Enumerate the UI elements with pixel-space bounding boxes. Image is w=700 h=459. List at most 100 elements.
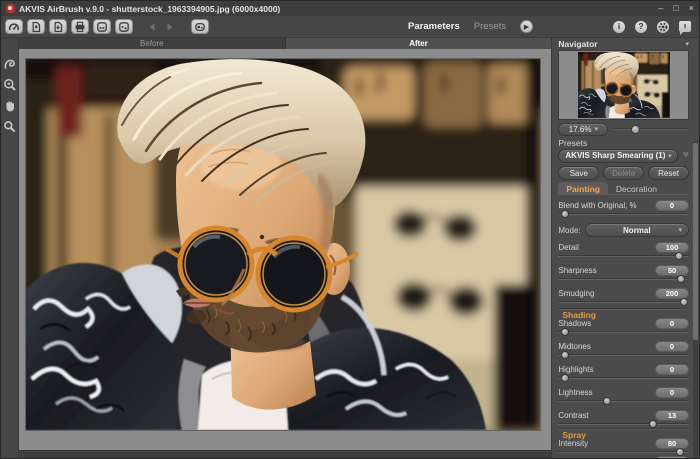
slider-handle[interactable] — [603, 397, 611, 405]
app-logo-icon — [6, 4, 15, 13]
mode-dropdown[interactable]: Normal ▾ — [585, 223, 689, 237]
panel-scrollbar[interactable] — [693, 141, 698, 459]
view-tabs: Before After — [19, 38, 551, 49]
param-label: Detail — [558, 243, 578, 252]
param-lightness-slider[interactable] — [558, 397, 689, 405]
share-icon[interactable] — [93, 19, 111, 34]
param-value[interactable] — [655, 456, 689, 459]
slider-track — [558, 354, 689, 356]
tab-presets[interactable]: Presets — [474, 21, 506, 32]
param-intensity-slider[interactable] — [558, 448, 689, 456]
tab-before[interactable]: Before — [19, 38, 286, 49]
title-bar: AKVIS AirBrush v.9.0 - shutterstock_1963… — [1, 1, 699, 16]
param-value[interactable]: 50 — [655, 265, 689, 276]
param-value[interactable]: 0 — [655, 318, 689, 329]
tab-after[interactable]: After — [286, 38, 552, 49]
param-contrast: Contrast 13 — [558, 410, 689, 420]
share-alt-icon[interactable] — [115, 19, 133, 34]
slider-handle[interactable] — [676, 448, 684, 456]
param-value[interactable]: 100 — [655, 242, 689, 253]
after-image — [26, 59, 540, 430]
slider-handle[interactable] — [561, 374, 569, 382]
open-file-icon[interactable] — [27, 19, 45, 34]
param-label: Lightness — [558, 388, 592, 397]
param-midtones-slider[interactable] — [558, 351, 689, 359]
hand-tool-icon[interactable] — [2, 98, 16, 112]
feedback-icon[interactable]: ! — [679, 21, 691, 32]
direction-tool-icon[interactable] — [2, 56, 16, 70]
scrollbar-thumb[interactable] — [693, 143, 698, 340]
undo-icon[interactable] — [145, 20, 159, 34]
slider-track — [558, 423, 689, 425]
delete-button[interactable]: Delete — [603, 166, 644, 180]
param-value[interactable]: 0 — [655, 387, 689, 398]
navigator-thumbnail[interactable] — [558, 50, 689, 120]
image-canvas[interactable] — [19, 49, 551, 450]
batch-processing-icon[interactable] — [191, 19, 209, 34]
app-window: AKVIS AirBrush v.9.0 - shutterstock_1963… — [0, 0, 700, 459]
param-smudging-slider[interactable] — [558, 298, 689, 306]
slider-handle[interactable] — [677, 275, 685, 283]
zoom-slider[interactable] — [614, 123, 689, 136]
mode-value: Normal — [623, 226, 651, 235]
param-detail-slider[interactable] — [558, 252, 689, 260]
slider-handle[interactable] — [561, 210, 569, 218]
param-value[interactable]: 0 — [655, 364, 689, 375]
slider-handle[interactable] — [649, 420, 657, 428]
param-contrast-slider[interactable] — [558, 420, 689, 428]
param-sharpness-slider[interactable] — [558, 275, 689, 283]
param-blend: Blend with Original, % 0 — [558, 200, 689, 210]
param-label: Smudging — [558, 289, 594, 298]
param-value[interactable]: 13 — [655, 410, 689, 421]
presets-label: Presets — [558, 138, 689, 148]
workspace-gauge-icon[interactable] — [5, 19, 23, 34]
save-file-icon[interactable] — [49, 19, 67, 34]
param-value[interactable]: 0 — [655, 200, 689, 211]
slider-track — [558, 255, 689, 257]
favorite-heart-icon[interactable]: ♥ — [682, 150, 689, 161]
zoom-slider-handle[interactable] — [631, 125, 640, 134]
redo-icon[interactable] — [163, 20, 177, 34]
tools-sidebar — [1, 38, 19, 459]
print-icon[interactable] — [71, 19, 89, 34]
slider-handle[interactable] — [561, 351, 569, 359]
preset-row: AKVIS Sharp Smearing (1) ▾ ♥ — [558, 148, 689, 163]
preferences-gear-icon[interactable] — [657, 21, 669, 33]
play-button[interactable]: ▶ — [520, 20, 533, 33]
param-value[interactable]: 0 — [655, 341, 689, 352]
param-label: Intensity — [558, 439, 588, 448]
navigator-collapse-icon[interactable]: ▾ — [685, 40, 689, 48]
zoom-value-dropdown[interactable]: 17.6% ▾ — [558, 123, 608, 136]
help-icon[interactable]: ? — [635, 21, 647, 33]
param-label: Midtones — [558, 342, 590, 351]
param-shadows-slider[interactable] — [558, 328, 689, 336]
save-button[interactable]: Save — [558, 166, 599, 180]
preset-selected: AKVIS Sharp Smearing (1) — [565, 151, 665, 160]
settings-panel: Navigator ▾ 17.6% ▾ Presets AKVIS Sh — [551, 38, 699, 459]
tab-painting[interactable]: Painting — [558, 182, 608, 194]
window-title: AKVIS AirBrush v.9.0 - shutterstock_1963… — [19, 4, 280, 14]
maximize-button[interactable]: □ — [673, 4, 678, 13]
param-value[interactable]: 200 — [655, 288, 689, 299]
param-highlights-slider[interactable] — [558, 374, 689, 382]
preset-dropdown[interactable]: AKVIS Sharp Smearing (1) ▾ — [558, 149, 678, 163]
param-detail: Detail 100 — [558, 242, 689, 252]
slider-handle[interactable] — [675, 252, 683, 260]
tab-parameters[interactable]: Parameters — [408, 21, 460, 32]
reset-button[interactable]: Reset — [648, 166, 689, 180]
minimize-button[interactable]: – — [658, 4, 663, 13]
chevron-down-icon: ▾ — [594, 125, 598, 133]
slider-handle[interactable] — [561, 328, 569, 336]
chevron-down-icon: ▾ — [678, 226, 682, 234]
param-blend-slider[interactable] — [558, 210, 689, 218]
slider-track — [614, 128, 689, 130]
zoom-tool-icon[interactable] — [2, 119, 16, 133]
panel-tabs: Painting Decoration — [558, 182, 689, 195]
slider-handle[interactable] — [680, 298, 688, 306]
param-mode: Mode: Normal ▾ — [558, 223, 689, 237]
close-button[interactable]: × — [689, 4, 694, 13]
tab-decoration[interactable]: Decoration — [608, 182, 665, 194]
info-icon[interactable]: i — [613, 21, 625, 33]
param-value[interactable]: 80 — [655, 438, 689, 449]
history-brush-tool-icon[interactable] — [2, 77, 16, 91]
